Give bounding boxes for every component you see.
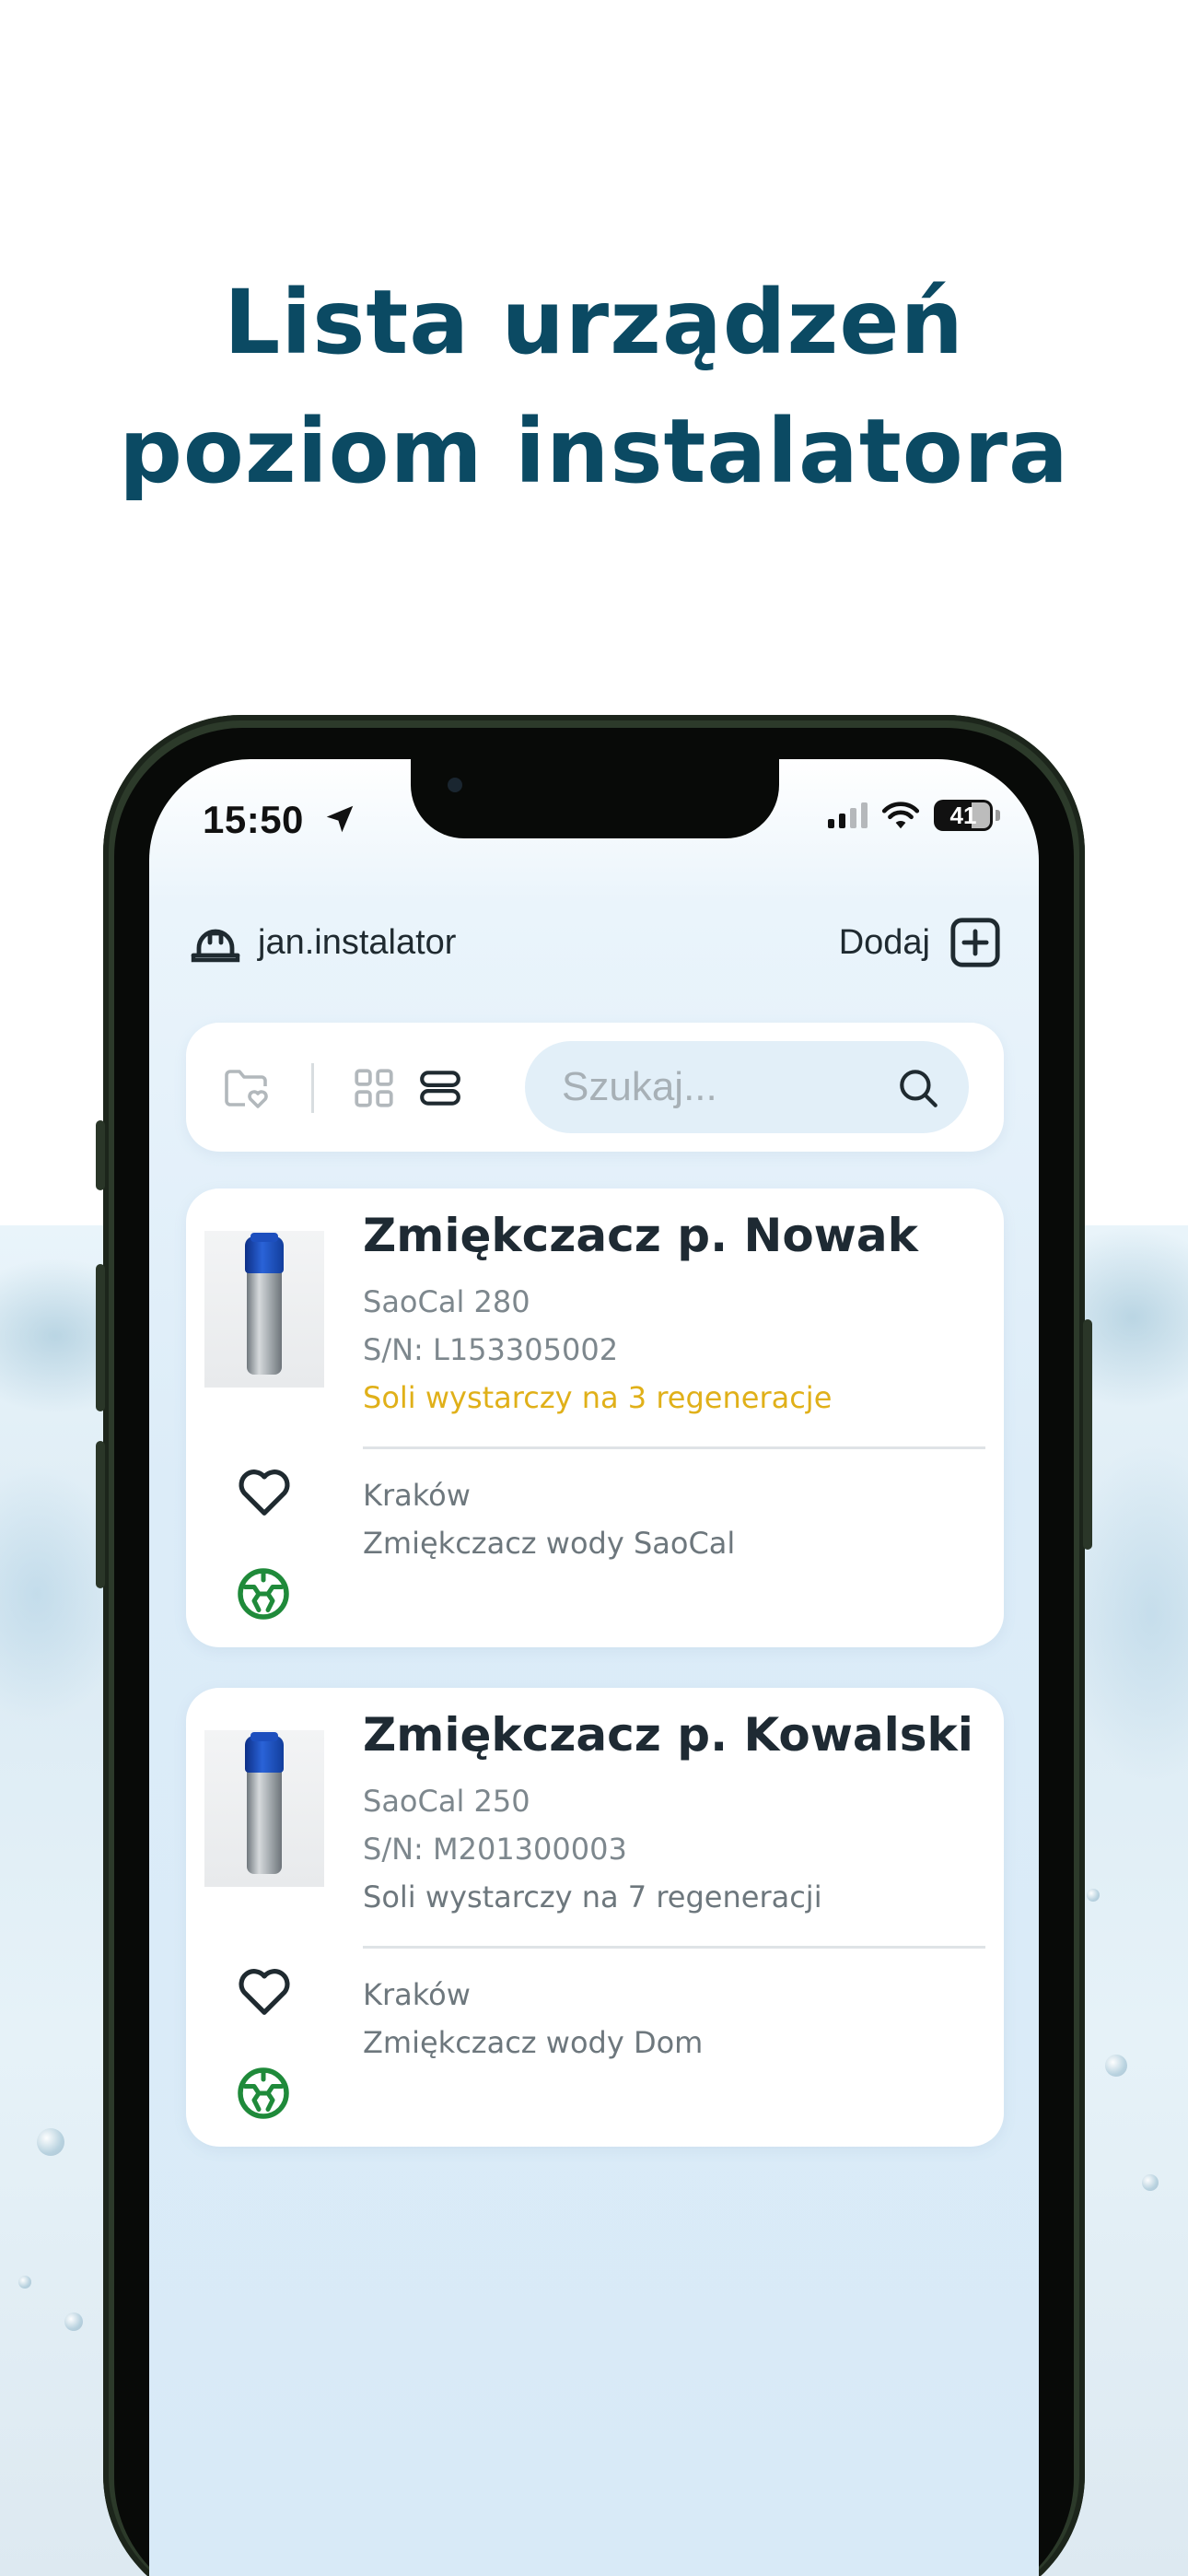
user-account[interactable]: jan.instalator: [188, 921, 456, 964]
eco-icon: [238, 1568, 289, 1620]
signal-icon: [828, 802, 868, 828]
headline-line-1: Lista urządzeń: [224, 271, 964, 374]
heart-icon[interactable]: [236, 1964, 293, 2018]
device-model: SaoCal 250: [363, 1784, 530, 1819]
device-city: Kraków: [363, 1478, 471, 1513]
card-divider: [363, 1446, 985, 1449]
phone-screen: 15:50 41 jan.instalator Dodaj Szukaj... …: [149, 759, 1039, 2576]
battery-level: 41: [949, 802, 977, 829]
device-description: Zmiękczacz wody Dom: [363, 2025, 704, 2060]
add-device-button[interactable]: Dodaj: [839, 916, 1002, 969]
device-serial: S/N: L153305002: [363, 1332, 619, 1367]
page-headline: Lista urządzeń poziom instalatora: [0, 258, 1188, 516]
username: jan.instalator: [258, 922, 457, 962]
notch: [411, 759, 779, 838]
card-divider: [363, 1946, 985, 1949]
tank-cap: [245, 1736, 284, 1773]
helmet-icon: [191, 929, 240, 963]
add-label: Dodaj: [838, 922, 930, 962]
phone-volume-down: [96, 1441, 105, 1588]
salt-status: Soli wystarczy na 7 regeneracji: [363, 1879, 822, 1914]
battery-icon: 41: [934, 800, 1000, 831]
device-title: Zmiękczacz p. Kowalski: [363, 1708, 973, 1762]
salt-status: Soli wystarczy na 3 regeneracje: [363, 1380, 833, 1415]
phone-side-button: [96, 1120, 105, 1190]
wifi-icon: [881, 802, 920, 829]
device-image: [204, 1231, 324, 1388]
front-camera: [448, 778, 462, 792]
tank-top: [250, 1233, 278, 1242]
phone-power-button: [1083, 1319, 1092, 1550]
search-input[interactable]: [562, 1060, 884, 1115]
device-image: [204, 1730, 324, 1887]
device-city: Kraków: [363, 1977, 471, 2012]
headline-line-2: poziom instalatora: [119, 400, 1069, 503]
device-description: Zmiękczacz wody SaoCal: [363, 1526, 736, 1561]
device-serial: S/N: M201300003: [363, 1832, 627, 1867]
grid-view-icon[interactable]: [350, 1065, 398, 1111]
search-icon[interactable]: [895, 1065, 941, 1111]
device-title: Zmiękczacz p. Nowak: [363, 1209, 918, 1262]
tank-top: [250, 1732, 278, 1741]
device-card[interactable]: Zmiękczacz p. Nowak SaoCal 280 S/N: L153…: [186, 1188, 1004, 1647]
eco-icon: [238, 2067, 289, 2119]
device-model: SaoCal 280: [363, 1284, 530, 1319]
plus-square-icon: [950, 918, 1000, 967]
location-arrow-icon: [326, 805, 354, 833]
search-field[interactable]: [525, 1041, 969, 1133]
toolbar-divider: [311, 1063, 314, 1113]
folder-heart-icon[interactable]: [223, 1065, 271, 1111]
tank-cap: [245, 1236, 284, 1273]
phone-volume-up: [96, 1264, 105, 1411]
device-card[interactable]: Zmiękczacz p. Kowalski SaoCal 250 S/N: M…: [186, 1688, 1004, 2147]
heart-icon[interactable]: [236, 1465, 293, 1518]
list-toolbar: [186, 1023, 1004, 1152]
status-indicators: 41: [828, 800, 1000, 831]
status-time: 15:50: [203, 798, 304, 841]
list-view-icon[interactable]: [416, 1065, 464, 1111]
